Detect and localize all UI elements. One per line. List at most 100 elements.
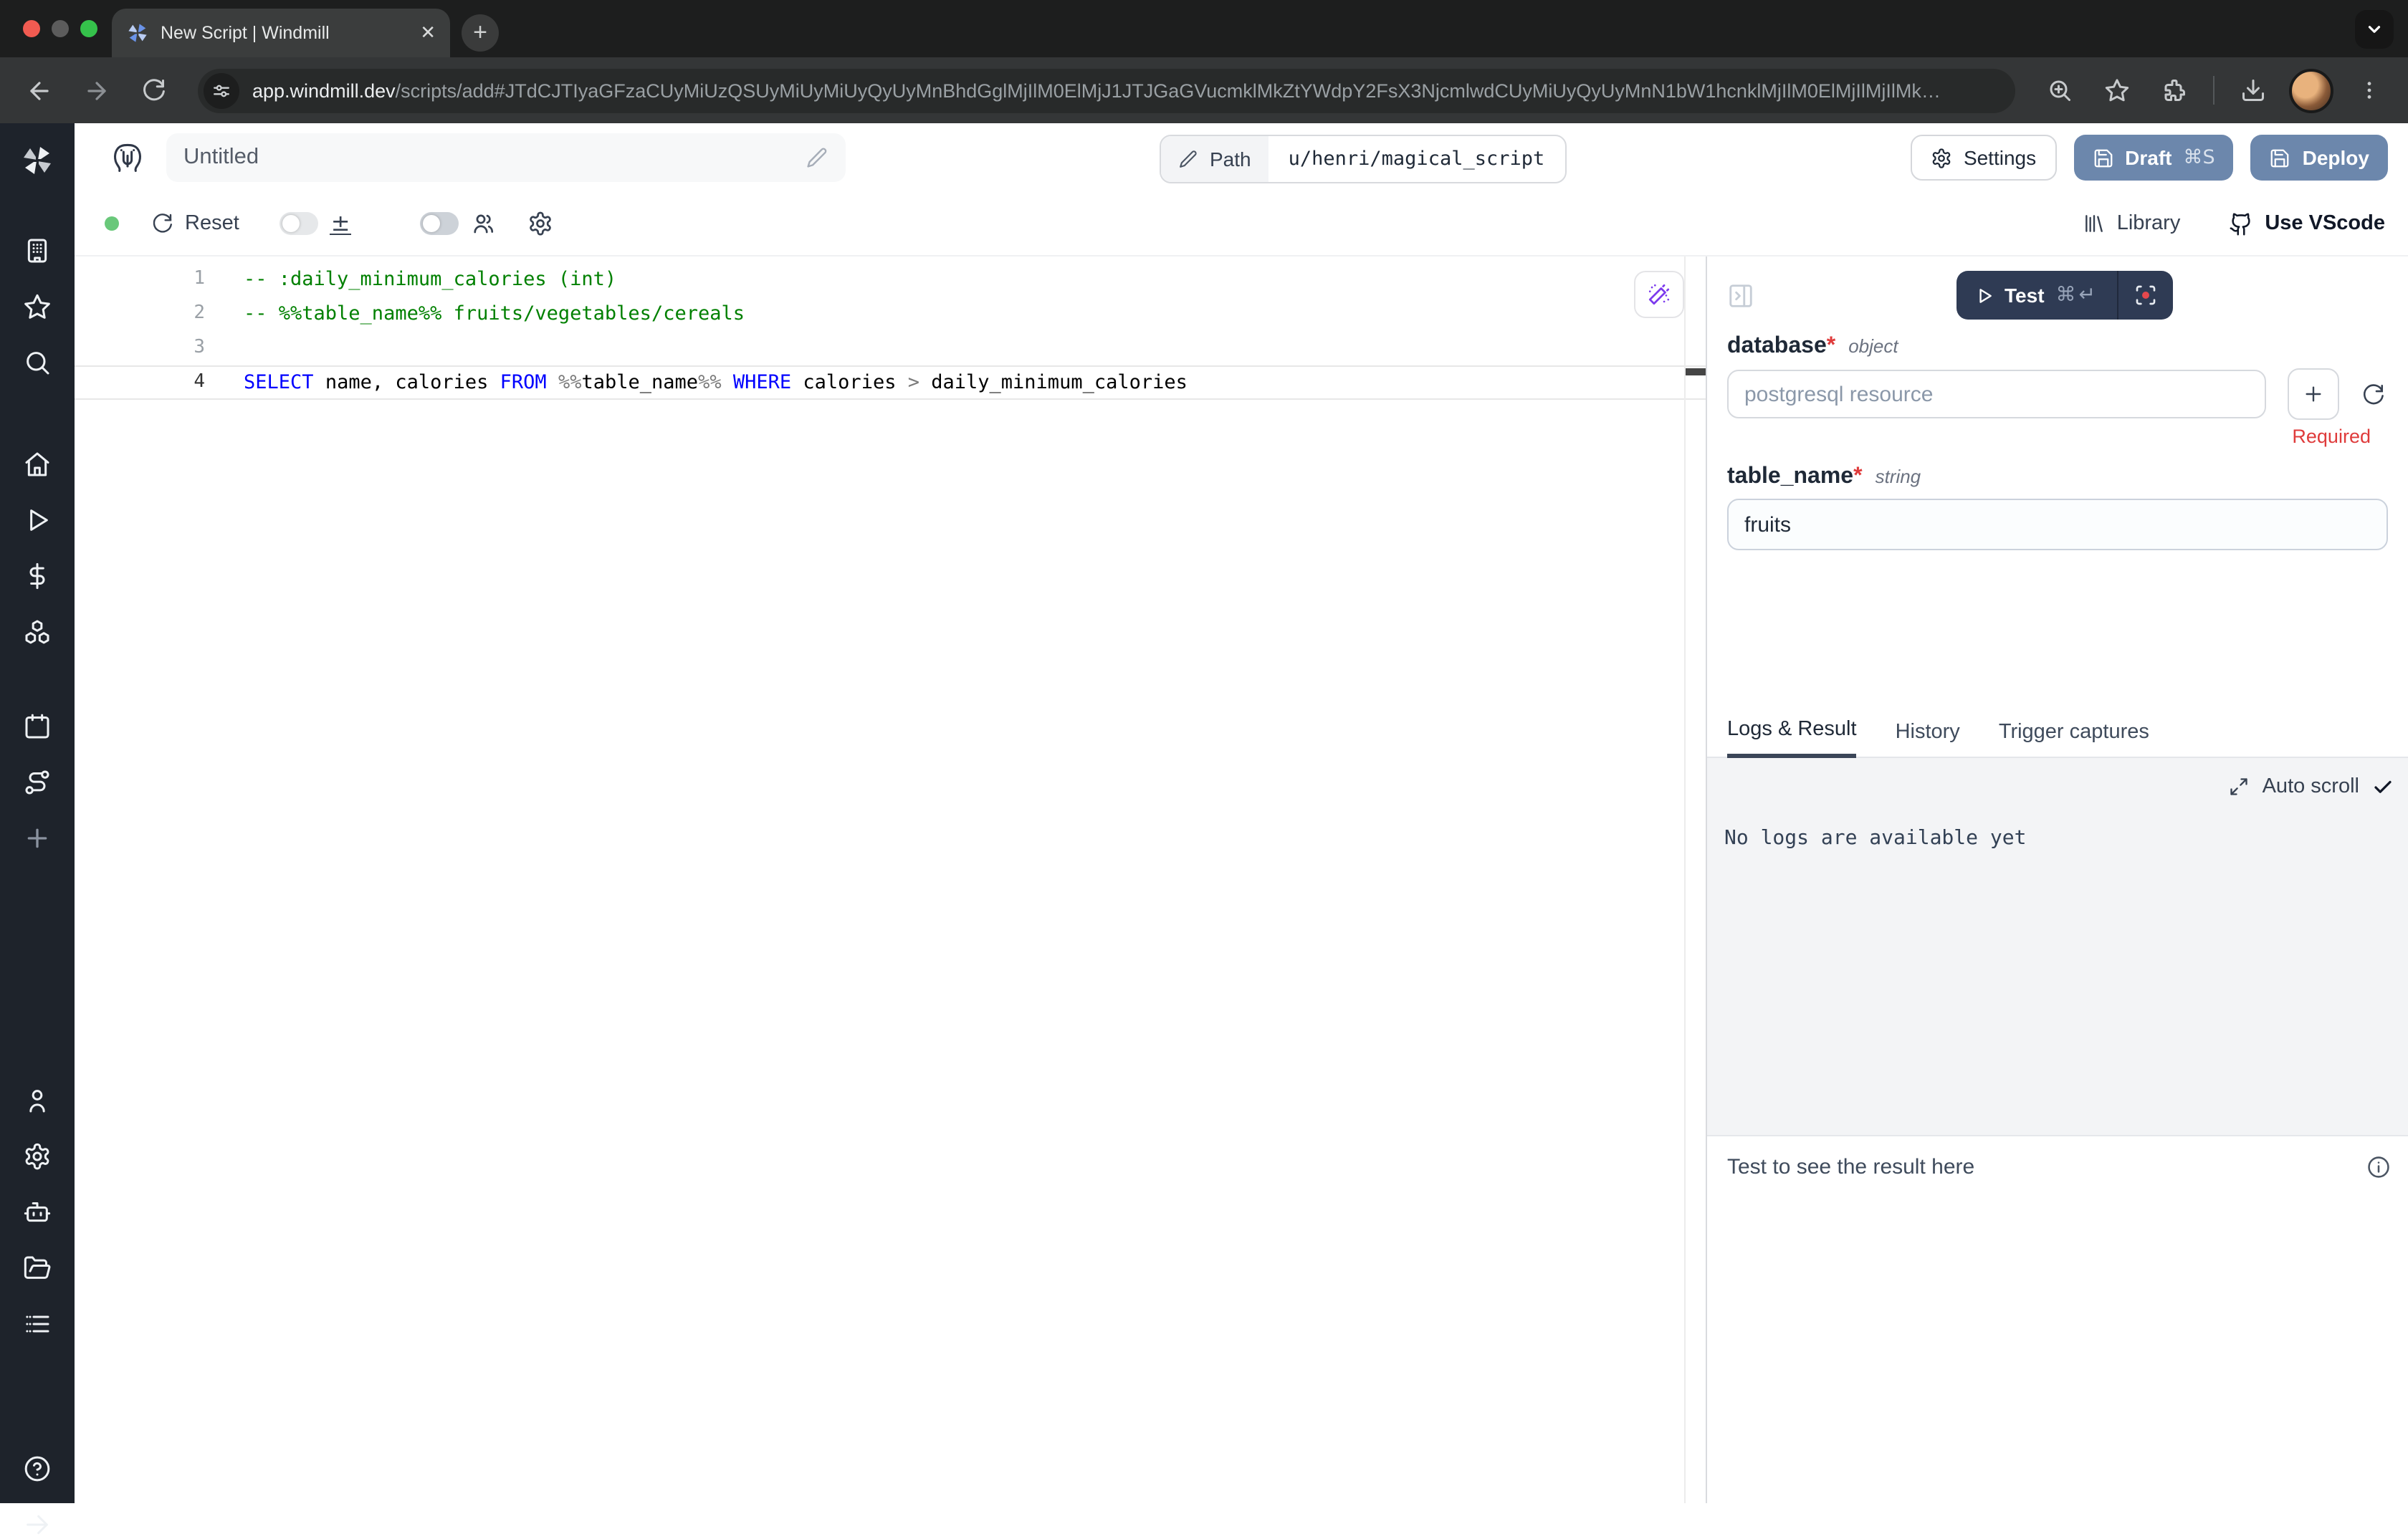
test-button-group[interactable]: Test ⌘↵ — [1956, 271, 2173, 320]
diff-icon[interactable]: ± — [330, 212, 352, 235]
settings-gear-icon[interactable] — [23, 1142, 52, 1171]
deploy-button[interactable]: Deploy — [2251, 135, 2388, 181]
multiplayer-toggle[interactable] — [421, 212, 459, 235]
code-line[interactable]: 2-- %%table_name%% fruits/vegetables/cer… — [75, 297, 1706, 331]
profile-avatar[interactable] — [2289, 68, 2333, 112]
logs-empty-message: No logs are available yet — [1724, 758, 2391, 850]
back-button[interactable] — [14, 66, 63, 115]
path-value: u/henri/magical_script — [1268, 136, 1565, 182]
code-line[interactable]: 3 — [75, 331, 1706, 365]
edit-pencil-icon[interactable] — [806, 146, 828, 169]
close-tab-icon[interactable]: ✕ — [420, 21, 436, 44]
help-icon[interactable] — [23, 1454, 52, 1483]
tab-history[interactable]: History — [1896, 721, 1960, 757]
path-pill[interactable]: Path u/henri/magical_script — [1160, 135, 1566, 183]
editor-settings-gear-icon[interactable] — [528, 211, 554, 236]
window-controls[interactable] — [23, 20, 97, 37]
arg-name-table-name: table_name — [1727, 464, 1853, 489]
add-resource-button[interactable] — [2288, 368, 2339, 420]
code-line[interactable]: 1-- :daily_minimum_calories (int) — [75, 262, 1706, 297]
use-vscode-button[interactable]: Use VScode — [2229, 211, 2385, 236]
maximize-window-button[interactable] — [80, 20, 97, 37]
deploy-label: Deploy — [2303, 146, 2369, 169]
schedules-calendar-icon[interactable] — [23, 712, 52, 741]
windmill-logo-icon[interactable] — [20, 143, 54, 178]
refresh-resources-button[interactable] — [2361, 382, 2388, 406]
draft-button[interactable]: Draft ⌘S — [2073, 135, 2234, 181]
workspace-building-icon[interactable] — [23, 236, 52, 265]
info-icon[interactable] — [2366, 1155, 2391, 1179]
result-panel: Test to see the result here — [1707, 1136, 2408, 1179]
save-icon — [2092, 147, 2113, 168]
reload-button[interactable] — [129, 66, 178, 115]
code-editor[interactable]: 1-- :daily_minimum_calories (int)2-- %%t… — [75, 256, 1706, 1503]
settings-button[interactable]: Settings — [1911, 135, 2056, 181]
tab-search-button[interactable] — [2355, 10, 2394, 49]
diff-toggle[interactable] — [280, 212, 318, 235]
tab-logs-result[interactable]: Logs & Result — [1727, 718, 1857, 758]
script-name-input[interactable]: Untitled — [166, 133, 846, 182]
close-window-button[interactable] — [23, 20, 40, 37]
capture-test-button[interactable] — [2118, 284, 2173, 307]
logs-panel: Auto scroll No logs are available yet — [1707, 758, 2408, 1136]
arg-type-table-name: string — [1876, 466, 1921, 487]
zoom-icon[interactable] — [2035, 66, 2084, 115]
audit-logs-list-icon[interactable] — [23, 1310, 52, 1338]
line-number: 1 — [75, 262, 205, 297]
windmill-favicon — [126, 21, 149, 44]
folders-icon[interactable] — [23, 1254, 52, 1282]
add-plus-icon[interactable] — [23, 824, 52, 853]
draft-label: Draft — [2125, 146, 2172, 169]
variables-dollar-icon[interactable] — [23, 562, 52, 590]
library-icon — [2083, 212, 2106, 235]
extensions-icon[interactable] — [2150, 66, 2199, 115]
runs-play-icon[interactable] — [23, 506, 52, 534]
site-settings-icon[interactable] — [204, 72, 239, 108]
path-label-section[interactable]: Path — [1161, 136, 1268, 182]
browser-tab[interactable]: New Script | Windmill ✕ — [112, 9, 450, 57]
play-icon — [1974, 286, 1993, 305]
line-number: 3 — [75, 331, 205, 365]
resources-boxes-icon[interactable] — [23, 618, 52, 646]
url-text: app.windmill.dev/scripts/add#JTdCJTIyaGF… — [252, 80, 1941, 101]
search-icon[interactable] — [23, 348, 52, 377]
arg-name-database: database — [1727, 334, 1827, 358]
expand-icon[interactable] — [2230, 777, 2250, 797]
collapse-panel-icon[interactable] — [1727, 282, 1754, 309]
tab-trigger-captures[interactable]: Trigger captures — [1999, 721, 2149, 757]
user-icon[interactable] — [23, 1086, 52, 1115]
database-resource-input[interactable] — [1727, 370, 2266, 418]
auto-scroll-label: Auto scroll — [2263, 775, 2359, 798]
auto-scroll-control[interactable]: Auto scroll — [2230, 775, 2394, 798]
expand-sidebar-arrow-icon[interactable] — [23, 1510, 52, 1539]
ai-wand-button[interactable] — [1634, 271, 1684, 318]
minimize-window-button[interactable] — [52, 20, 69, 37]
toolbar-divider — [2213, 76, 2214, 105]
table-name-input[interactable] — [1727, 499, 2388, 550]
right-panel: Test ⌘↵ database * — [1706, 256, 2408, 1503]
new-tab-button[interactable]: + — [462, 14, 499, 52]
reset-button[interactable]: Reset — [150, 212, 239, 235]
address-bar[interactable]: app.windmill.dev/scripts/add#JTdCJTIyaGF… — [198, 68, 2015, 112]
record-dot — [2142, 292, 2149, 299]
users-icon[interactable] — [471, 211, 497, 236]
line-number: 2 — [75, 297, 205, 331]
code-area[interactable]: 1-- :daily_minimum_calories (int)2-- %%t… — [75, 262, 1706, 400]
forward-button[interactable] — [72, 66, 120, 115]
editor-modebar: Reset ± Library — [75, 192, 2408, 255]
test-button[interactable]: Test ⌘↵ — [1956, 284, 2117, 307]
app-sidebar — [0, 123, 75, 1503]
use-vscode-label: Use VScode — [2265, 212, 2385, 235]
flows-route-icon[interactable] — [23, 768, 52, 797]
code-line[interactable]: 4SELECT name, calories FROM %%table_name… — [75, 365, 1706, 400]
home-icon[interactable] — [23, 450, 52, 479]
downloads-icon[interactable] — [2229, 66, 2278, 115]
required-asterisk: * — [1853, 464, 1862, 489]
browser-menu-icon[interactable] — [2345, 66, 2394, 115]
favorites-star-icon[interactable] — [23, 292, 52, 321]
bookmark-star-icon[interactable] — [2093, 66, 2141, 115]
path-label: Path — [1210, 148, 1251, 171]
workers-bot-icon[interactable] — [23, 1198, 52, 1227]
library-button[interactable]: Library — [2083, 212, 2181, 235]
arg-type-database: object — [1848, 335, 1898, 357]
